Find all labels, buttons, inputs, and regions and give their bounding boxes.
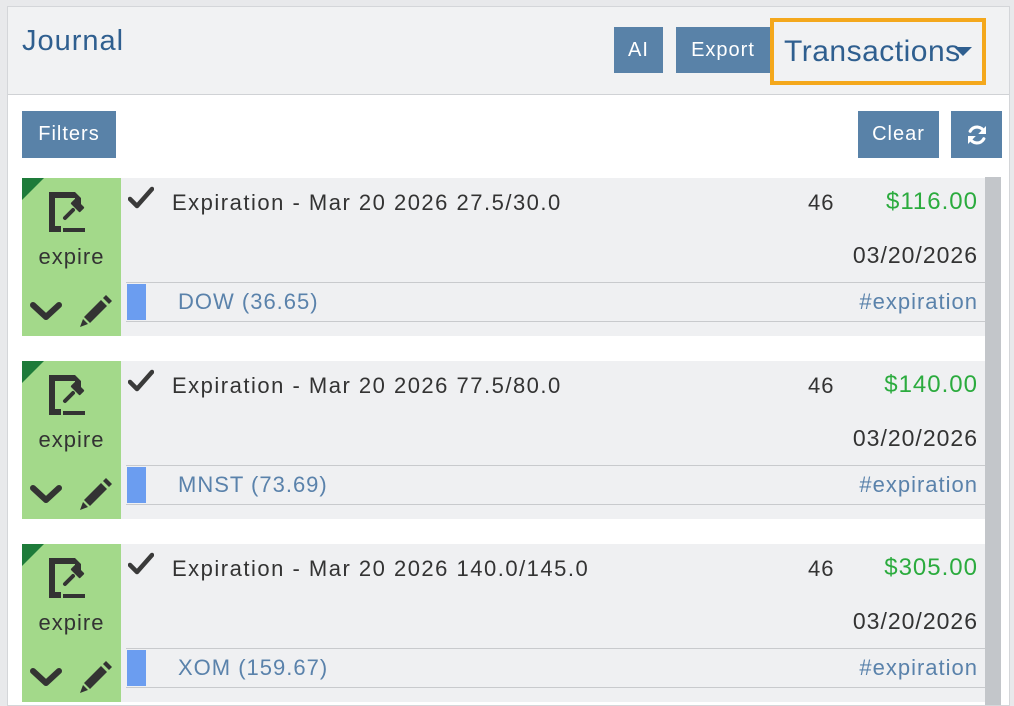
transaction-type-badge: expire [22, 544, 121, 702]
transaction-quantity: 46 [808, 556, 835, 581]
tag-link[interactable]: #expiration [859, 472, 978, 498]
view-dropdown[interactable]: Transactions [770, 18, 986, 85]
transaction-quantity: 46 [808, 373, 835, 398]
transaction-card[interactable]: expire Expiration - Mar 20 2026 77.5/80.… [22, 361, 985, 519]
page-title: Journal [22, 25, 125, 57]
transaction-description: Expiration - Mar 20 2026 140.0/145.0 [172, 556, 590, 581]
transaction-description: Expiration - Mar 20 2026 27.5/30.0 [172, 190, 562, 215]
transaction-quantity: 46 [808, 190, 835, 215]
chevron-down-icon[interactable] [30, 300, 62, 322]
ai-button[interactable]: AI [614, 27, 663, 73]
checkmark-icon [128, 552, 154, 575]
symbol-tag-row: MNST (73.69) #expiration [126, 465, 985, 505]
clear-button[interactable]: Clear [858, 111, 939, 158]
symbol-link[interactable]: MNST (73.69) [178, 472, 328, 498]
pencil-icon[interactable] [78, 658, 114, 694]
caret-down-icon [954, 47, 972, 56]
pencil-icon[interactable] [78, 292, 114, 328]
journal-panel: Journal AI Export Transactions Filters C… [7, 6, 1010, 706]
symbol-color-bar [127, 650, 146, 686]
transaction-card[interactable]: expire Expiration - Mar 20 2026 140.0/14… [22, 544, 985, 702]
symbol-link[interactable]: XOM (159.67) [178, 655, 328, 681]
tag-link[interactable]: #expiration [859, 655, 978, 681]
pencil-icon[interactable] [78, 475, 114, 511]
tag-link[interactable]: #expiration [859, 289, 978, 315]
document-gavel-icon [49, 192, 85, 232]
symbol-color-bar [127, 467, 146, 503]
chevron-down-icon[interactable] [30, 666, 62, 688]
journal-header: Journal AI Export Transactions [8, 7, 1009, 95]
transaction-amount: $116.00 [886, 188, 978, 215]
checkmark-icon [128, 186, 154, 209]
checkmark-icon [128, 369, 154, 392]
transaction-type-label: expire [38, 610, 105, 635]
symbol-tag-row: DOW (36.65) #expiration [126, 282, 985, 322]
refresh-icon [967, 124, 986, 145]
corner-marker [22, 544, 44, 566]
document-gavel-icon [49, 375, 85, 415]
transaction-amount: $140.00 [884, 371, 978, 398]
transaction-card[interactable]: expire Expiration - Mar 20 2026 27.5/30.… [22, 178, 985, 336]
transaction-date: 03/20/2026 [852, 242, 978, 268]
refresh-button[interactable] [951, 111, 1002, 158]
corner-marker [22, 361, 44, 383]
symbol-link[interactable]: DOW (36.65) [178, 289, 319, 315]
filters-button[interactable]: Filters [22, 111, 116, 158]
transaction-amount: $305.00 [884, 554, 978, 581]
symbol-tag-row: XOM (159.67) #expiration [126, 648, 985, 688]
transaction-date: 03/20/2026 [852, 608, 978, 634]
transaction-type-badge: expire [22, 178, 121, 336]
chevron-down-icon[interactable] [30, 483, 62, 505]
view-dropdown-label: Transactions [784, 34, 961, 68]
transaction-description: Expiration - Mar 20 2026 77.5/80.0 [172, 373, 562, 398]
document-gavel-icon [49, 558, 85, 598]
transaction-type-label: expire [38, 427, 105, 452]
corner-marker [22, 178, 44, 200]
transaction-date: 03/20/2026 [852, 425, 978, 451]
symbol-color-bar [127, 284, 146, 320]
export-button[interactable]: Export [676, 27, 770, 73]
transaction-type-badge: expire [22, 361, 121, 519]
transaction-type-label: expire [38, 244, 105, 269]
list-scrollbar[interactable] [985, 177, 1001, 705]
